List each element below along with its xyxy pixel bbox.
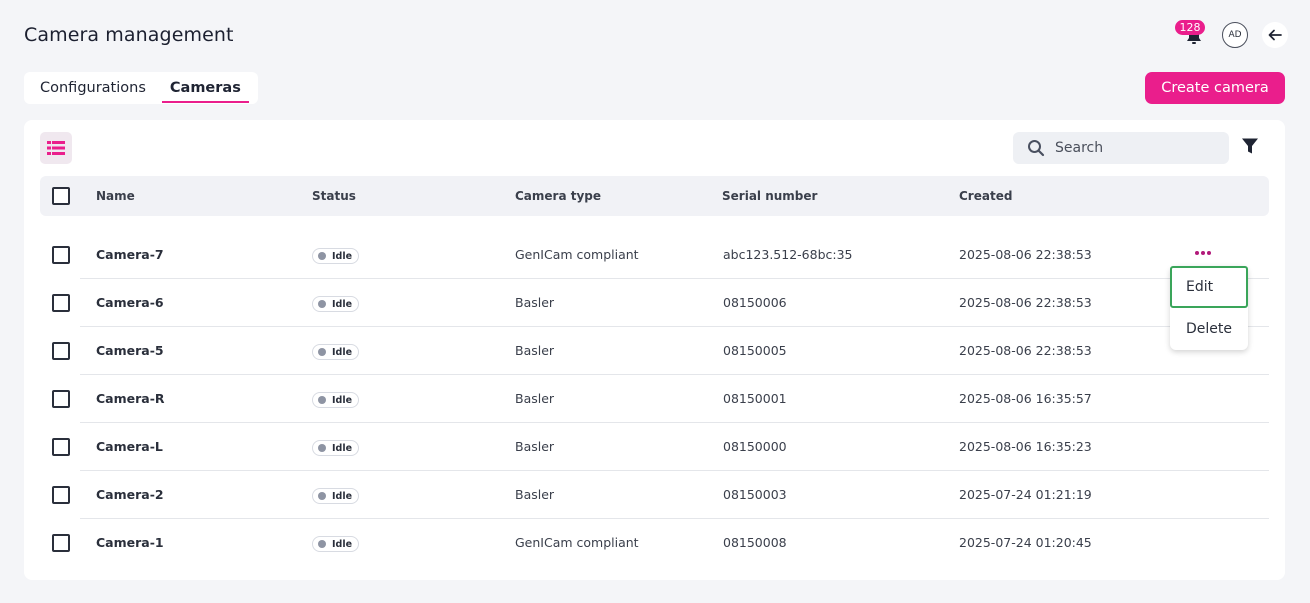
row-checkbox[interactable]	[52, 486, 70, 504]
table-header: Name Status Camera type Serial number Cr…	[40, 176, 1269, 216]
table-row[interactable]: Camera-6 Idle Basler 08150006 2025-08-06…	[40, 279, 1269, 327]
row-checkbox[interactable]	[52, 390, 70, 408]
camera-name: Camera-6	[96, 295, 164, 310]
camera-name: Camera-5	[96, 343, 164, 358]
status-label: Idle	[332, 490, 353, 502]
status-badge: Idle	[312, 248, 360, 264]
status-badge: Idle	[312, 344, 360, 360]
status-dot	[318, 492, 326, 500]
page-title: Camera management	[24, 24, 234, 46]
serial-number: 08150006	[723, 295, 787, 310]
camera-name: Camera-7	[96, 247, 164, 262]
search-input[interactable]	[1055, 140, 1205, 156]
camera-name: Camera-L	[96, 439, 163, 454]
created-date: 2025-08-06 16:35:57	[959, 391, 1092, 406]
status-dot	[318, 348, 326, 356]
row-checkbox[interactable]	[52, 246, 70, 264]
top-actions: 128 AD	[1175, 20, 1288, 48]
camera-type: GenICam compliant	[515, 247, 639, 262]
created-date: 2025-07-24 01:20:45	[959, 535, 1092, 550]
created-date: 2025-08-06 22:38:53	[959, 295, 1092, 310]
status-badge: Idle	[312, 296, 360, 312]
delete-menu-label: Delete	[1186, 321, 1232, 337]
edit-menu-label: Edit	[1186, 279, 1214, 295]
status-badge: Idle	[312, 392, 360, 408]
search-icon	[1028, 140, 1045, 157]
table-row[interactable]: Camera-5 Idle Basler 08150005 2025-08-06…	[40, 327, 1269, 375]
status-dot	[318, 540, 326, 548]
status-dot	[318, 300, 326, 308]
status-label: Idle	[332, 442, 353, 454]
camera-type: Basler	[515, 487, 555, 502]
column-header-camera-type[interactable]: Camera type	[515, 189, 601, 203]
created-date: 2025-07-24 01:21:19	[959, 487, 1092, 502]
camera-name: Camera-R	[96, 391, 165, 406]
create-camera-button[interactable]: Create camera	[1145, 72, 1285, 104]
status-label: Idle	[332, 250, 353, 262]
column-header-name[interactable]: Name	[96, 189, 135, 203]
table-row[interactable]: Camera-7 Idle GenICam compliant abc123.5…	[40, 231, 1269, 279]
tab-cameras[interactable]: Cameras	[161, 72, 249, 104]
edit-menu-item[interactable]: Edit	[1170, 266, 1248, 308]
avatar[interactable]: AD	[1222, 22, 1248, 48]
serial-number: abc123.512-68bc:35	[723, 247, 853, 262]
status-label: Idle	[332, 538, 353, 550]
status-label: Idle	[332, 394, 353, 406]
list-view-icon	[47, 141, 65, 155]
status-label: Idle	[332, 298, 353, 310]
arrow-left-icon	[1268, 29, 1282, 41]
serial-number: 08150005	[723, 343, 787, 358]
serial-number: 08150001	[723, 391, 787, 406]
row-checkbox[interactable]	[52, 438, 70, 456]
camera-type: Basler	[515, 439, 555, 454]
created-date: 2025-08-06 16:35:23	[959, 439, 1092, 454]
serial-number: 08150003	[723, 487, 787, 502]
camera-type: Basler	[515, 295, 555, 310]
select-all-checkbox[interactable]	[52, 187, 70, 205]
tab-configurations[interactable]: Configurations	[40, 72, 146, 104]
table-row[interactable]: Camera-2 Idle Basler 08150003 2025-07-24…	[40, 471, 1269, 519]
camera-type: GenICam compliant	[515, 535, 639, 550]
status-label: Idle	[332, 346, 353, 358]
status-badge: Idle	[312, 536, 360, 552]
created-date: 2025-08-06 22:38:53	[959, 247, 1092, 262]
camera-name: Camera-2	[96, 487, 164, 502]
row-actions-menu: Edit Delete	[1170, 266, 1248, 350]
row-checkbox[interactable]	[52, 342, 70, 360]
more-actions-button[interactable]	[1190, 243, 1216, 263]
tab-bar: Configurations Cameras	[24, 72, 258, 104]
cameras-table-card: Name Status Camera type Serial number Cr…	[24, 120, 1285, 580]
serial-number: 08150008	[723, 535, 787, 550]
list-view-button[interactable]	[40, 132, 72, 164]
created-date: 2025-08-06 22:38:53	[959, 343, 1092, 358]
status-badge: Idle	[312, 440, 360, 456]
search-box[interactable]	[1013, 132, 1229, 164]
notifications-button[interactable]: 128	[1175, 20, 1207, 48]
status-dot	[318, 252, 326, 260]
column-header-serial-number[interactable]: Serial number	[722, 189, 817, 203]
table-row[interactable]: Camera-L Idle Basler 08150000 2025-08-06…	[40, 423, 1269, 471]
status-dot	[318, 444, 326, 452]
status-badge: Idle	[312, 488, 360, 504]
row-checkbox[interactable]	[52, 294, 70, 312]
table-row[interactable]: Camera-R Idle Basler 08150001 2025-08-06…	[40, 375, 1269, 423]
notification-count-badge: 128	[1175, 20, 1205, 35]
serial-number: 08150000	[723, 439, 787, 454]
filter-button[interactable]	[1241, 137, 1263, 159]
camera-type: Basler	[515, 391, 555, 406]
camera-type: Basler	[515, 343, 555, 358]
row-checkbox[interactable]	[52, 534, 70, 552]
delete-menu-item[interactable]: Delete	[1170, 308, 1248, 350]
back-button[interactable]	[1262, 22, 1288, 48]
column-header-status[interactable]: Status	[312, 189, 356, 203]
status-dot	[318, 396, 326, 404]
camera-name: Camera-1	[96, 535, 164, 550]
filter-icon	[1242, 138, 1258, 154]
column-header-created[interactable]: Created	[959, 189, 1012, 203]
table-row[interactable]: Camera-1 Idle GenICam compliant 08150008…	[40, 519, 1269, 567]
